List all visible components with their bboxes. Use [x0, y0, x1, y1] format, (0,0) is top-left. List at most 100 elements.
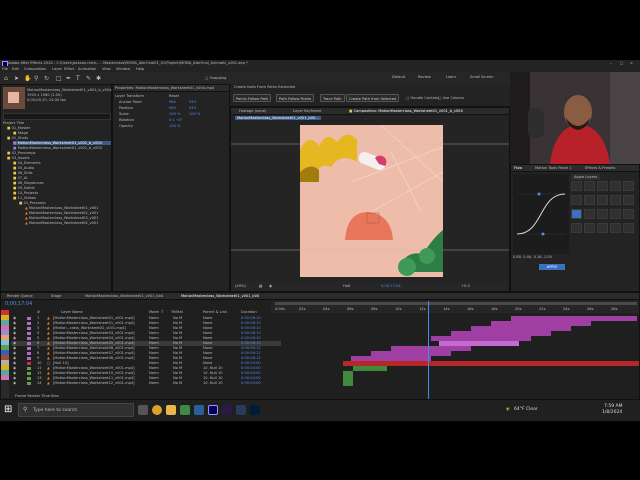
premiere-taskbar-icon[interactable] — [222, 405, 232, 415]
weather-icon[interactable]: ☀ — [505, 406, 510, 413]
playhead[interactable] — [428, 301, 429, 399]
layer-bar[interactable] — [371, 351, 451, 356]
ease-preset[interactable] — [584, 195, 595, 205]
ease-preset[interactable] — [610, 181, 621, 191]
prop-scale-x[interactable]: 100 % — [169, 112, 180, 116]
ease-preset[interactable] — [584, 181, 595, 191]
project-item[interactable]: ■ 01_Master — [7, 126, 30, 130]
quality-dropdown[interactable]: Half — [343, 284, 350, 288]
layer-bar[interactable] — [343, 381, 353, 386]
comp-tab-b00[interactable]: MotionMasterclass_Worksheet01_v001_b00 — [181, 294, 259, 298]
ease-preset[interactable] — [597, 223, 608, 233]
ease-preset[interactable] — [584, 223, 595, 233]
properties-tab[interactable]: Properties: MotionMasterclass_Worksheet0… — [113, 85, 229, 92]
project-item[interactable]: ■ 07_AI — [13, 176, 27, 180]
null-layer-bar[interactable] — [343, 361, 639, 366]
eye-icon[interactable]: ◉ — [13, 351, 16, 355]
ease-preset[interactable] — [571, 195, 582, 205]
type-tool-icon[interactable]: T — [76, 75, 80, 82]
layer-bar[interactable] — [491, 321, 591, 326]
ease-preset[interactable] — [623, 223, 634, 233]
path-follow-points-button[interactable]: Path Follow Points — [276, 94, 315, 102]
eye-icon[interactable]: ◉ — [13, 336, 16, 340]
workspace-learn[interactable]: Learn — [446, 75, 456, 79]
layer-bar[interactable] — [351, 356, 431, 361]
after-effects-taskbar-icon[interactable] — [208, 405, 218, 415]
ease-preset[interactable] — [610, 223, 621, 233]
ease-curve-editor[interactable] — [513, 174, 569, 254]
rotate-tool-icon[interactable]: ↻ — [44, 75, 49, 82]
timeline-timecode[interactable]: 0;00;17;04 — [5, 301, 32, 307]
apply-button[interactable]: APPLY — [539, 264, 565, 270]
layer-bar[interactable] — [431, 336, 531, 341]
selection-tool-icon[interactable]: ➤ — [14, 75, 19, 82]
zoom-dropdown[interactable]: (49%) — [235, 284, 246, 288]
project-item[interactable]: ■ 02_Precomps — [7, 151, 35, 155]
weather-text[interactable]: 64°F Clear — [514, 407, 538, 412]
prop-anchor-y[interactable]: 540 — [189, 100, 196, 104]
camera-icon[interactable]: ◉ — [269, 284, 272, 288]
chrome-icon[interactable] — [152, 405, 162, 415]
menu-view[interactable]: View — [102, 67, 111, 71]
ease-preset[interactable] — [571, 181, 582, 191]
project-item[interactable]: ■ MotionMasterclass_Worksheet01_v001_b_v… — [13, 146, 102, 150]
media-encoder-taskbar-icon[interactable] — [236, 405, 246, 415]
layer-bar[interactable] — [343, 376, 353, 381]
eye-icon[interactable]: ◉ — [13, 316, 16, 320]
comp-viewer[interactable] — [231, 122, 509, 282]
project-item[interactable]: ■ 03_Assets — [7, 156, 30, 160]
motion-tools-tab[interactable]: Motion Tools Panel 1 — [535, 166, 571, 170]
photoshop-taskbar-icon[interactable] — [250, 405, 260, 415]
eye-icon[interactable]: ◉ — [13, 381, 16, 385]
eye-icon[interactable]: ◉ — [13, 376, 16, 380]
exposure-value[interactable]: +0.0 — [461, 284, 470, 288]
use-column-checkbox[interactable]: ▢ Use Column — [438, 96, 464, 100]
project-item[interactable]: ■ 01_Shots — [7, 136, 28, 140]
project-item[interactable]: ■ 01_Precomp — [19, 201, 46, 205]
minimize-icon[interactable]: – — [610, 61, 612, 65]
ease-preset-dropdown[interactable]: Apple Layers — [571, 174, 601, 180]
prop-rotation[interactable]: 0 x +0° — [169, 118, 183, 122]
menu-help[interactable]: Help — [136, 67, 144, 71]
app-icon-blue[interactable] — [194, 405, 204, 415]
eye-icon[interactable]: ◉ — [13, 366, 16, 370]
composition-tab[interactable]: ■ Composition: MotionMasterclass_Workshe… — [349, 109, 463, 113]
eye-icon[interactable]: ◉ — [13, 356, 16, 360]
hand-tool-icon[interactable]: ✋ — [24, 75, 31, 82]
project-item-selected[interactable]: ■ MotionMasterclass_Worksheet01_v001_b_v… — [13, 141, 111, 146]
eye-icon[interactable]: ◉ — [13, 326, 16, 330]
comp-tab-b04[interactable]: MotionMasterclass_Worksheet01_v001_b04 — [85, 294, 163, 298]
time-ruler[interactable]: 0:00s 02s 04s 06s 08s 10s 12s 14s 16s 18… — [271, 301, 639, 313]
prop-position-y[interactable]: 540 — [189, 106, 196, 110]
project-item[interactable]: ■ 04_Elements — [13, 161, 41, 165]
ease-preset-selected[interactable] — [571, 209, 582, 219]
ease-preset[interactable] — [571, 223, 582, 233]
ease-preset[interactable] — [597, 209, 608, 219]
flow-tab[interactable]: Flow — [514, 166, 522, 170]
layer-bar[interactable] — [471, 326, 571, 331]
work-area-bar[interactable] — [275, 302, 637, 305]
app-icon-green[interactable] — [180, 405, 190, 415]
project-item[interactable]: ■ Stage — [13, 131, 28, 135]
ease-preset[interactable] — [623, 195, 634, 205]
project-item[interactable]: ■ 09_Solids — [13, 186, 35, 190]
ease-preset[interactable] — [610, 209, 621, 219]
ease-preset[interactable] — [597, 195, 608, 205]
prop-opacity[interactable]: 100 % — [169, 124, 180, 128]
eye-icon[interactable]: ◉ — [13, 341, 16, 345]
menu-composition[interactable]: Composition — [24, 67, 46, 71]
close-icon[interactable]: × — [630, 61, 633, 65]
clock-date[interactable]: 1/8/2024 — [602, 410, 622, 415]
windows-start-icon[interactable]: ⊞ — [4, 404, 12, 415]
maximize-icon[interactable]: □ — [620, 61, 623, 65]
layer-bar[interactable] — [451, 331, 551, 336]
ease-preset[interactable] — [584, 209, 595, 219]
layer-bar[interactable] — [343, 371, 353, 376]
project-item[interactable]: ■ 06_Stills — [13, 171, 33, 175]
clock-time[interactable]: 7:59 AM — [604, 404, 623, 409]
grid-icon[interactable]: ▦ — [259, 284, 262, 288]
menu-layer[interactable]: Layer — [52, 67, 62, 71]
snapping-label[interactable]: ▢ Snapping — [205, 76, 226, 80]
workspace-small-screen[interactable]: Small Screen — [470, 75, 493, 79]
eye-icon[interactable]: ◉ — [13, 361, 16, 365]
